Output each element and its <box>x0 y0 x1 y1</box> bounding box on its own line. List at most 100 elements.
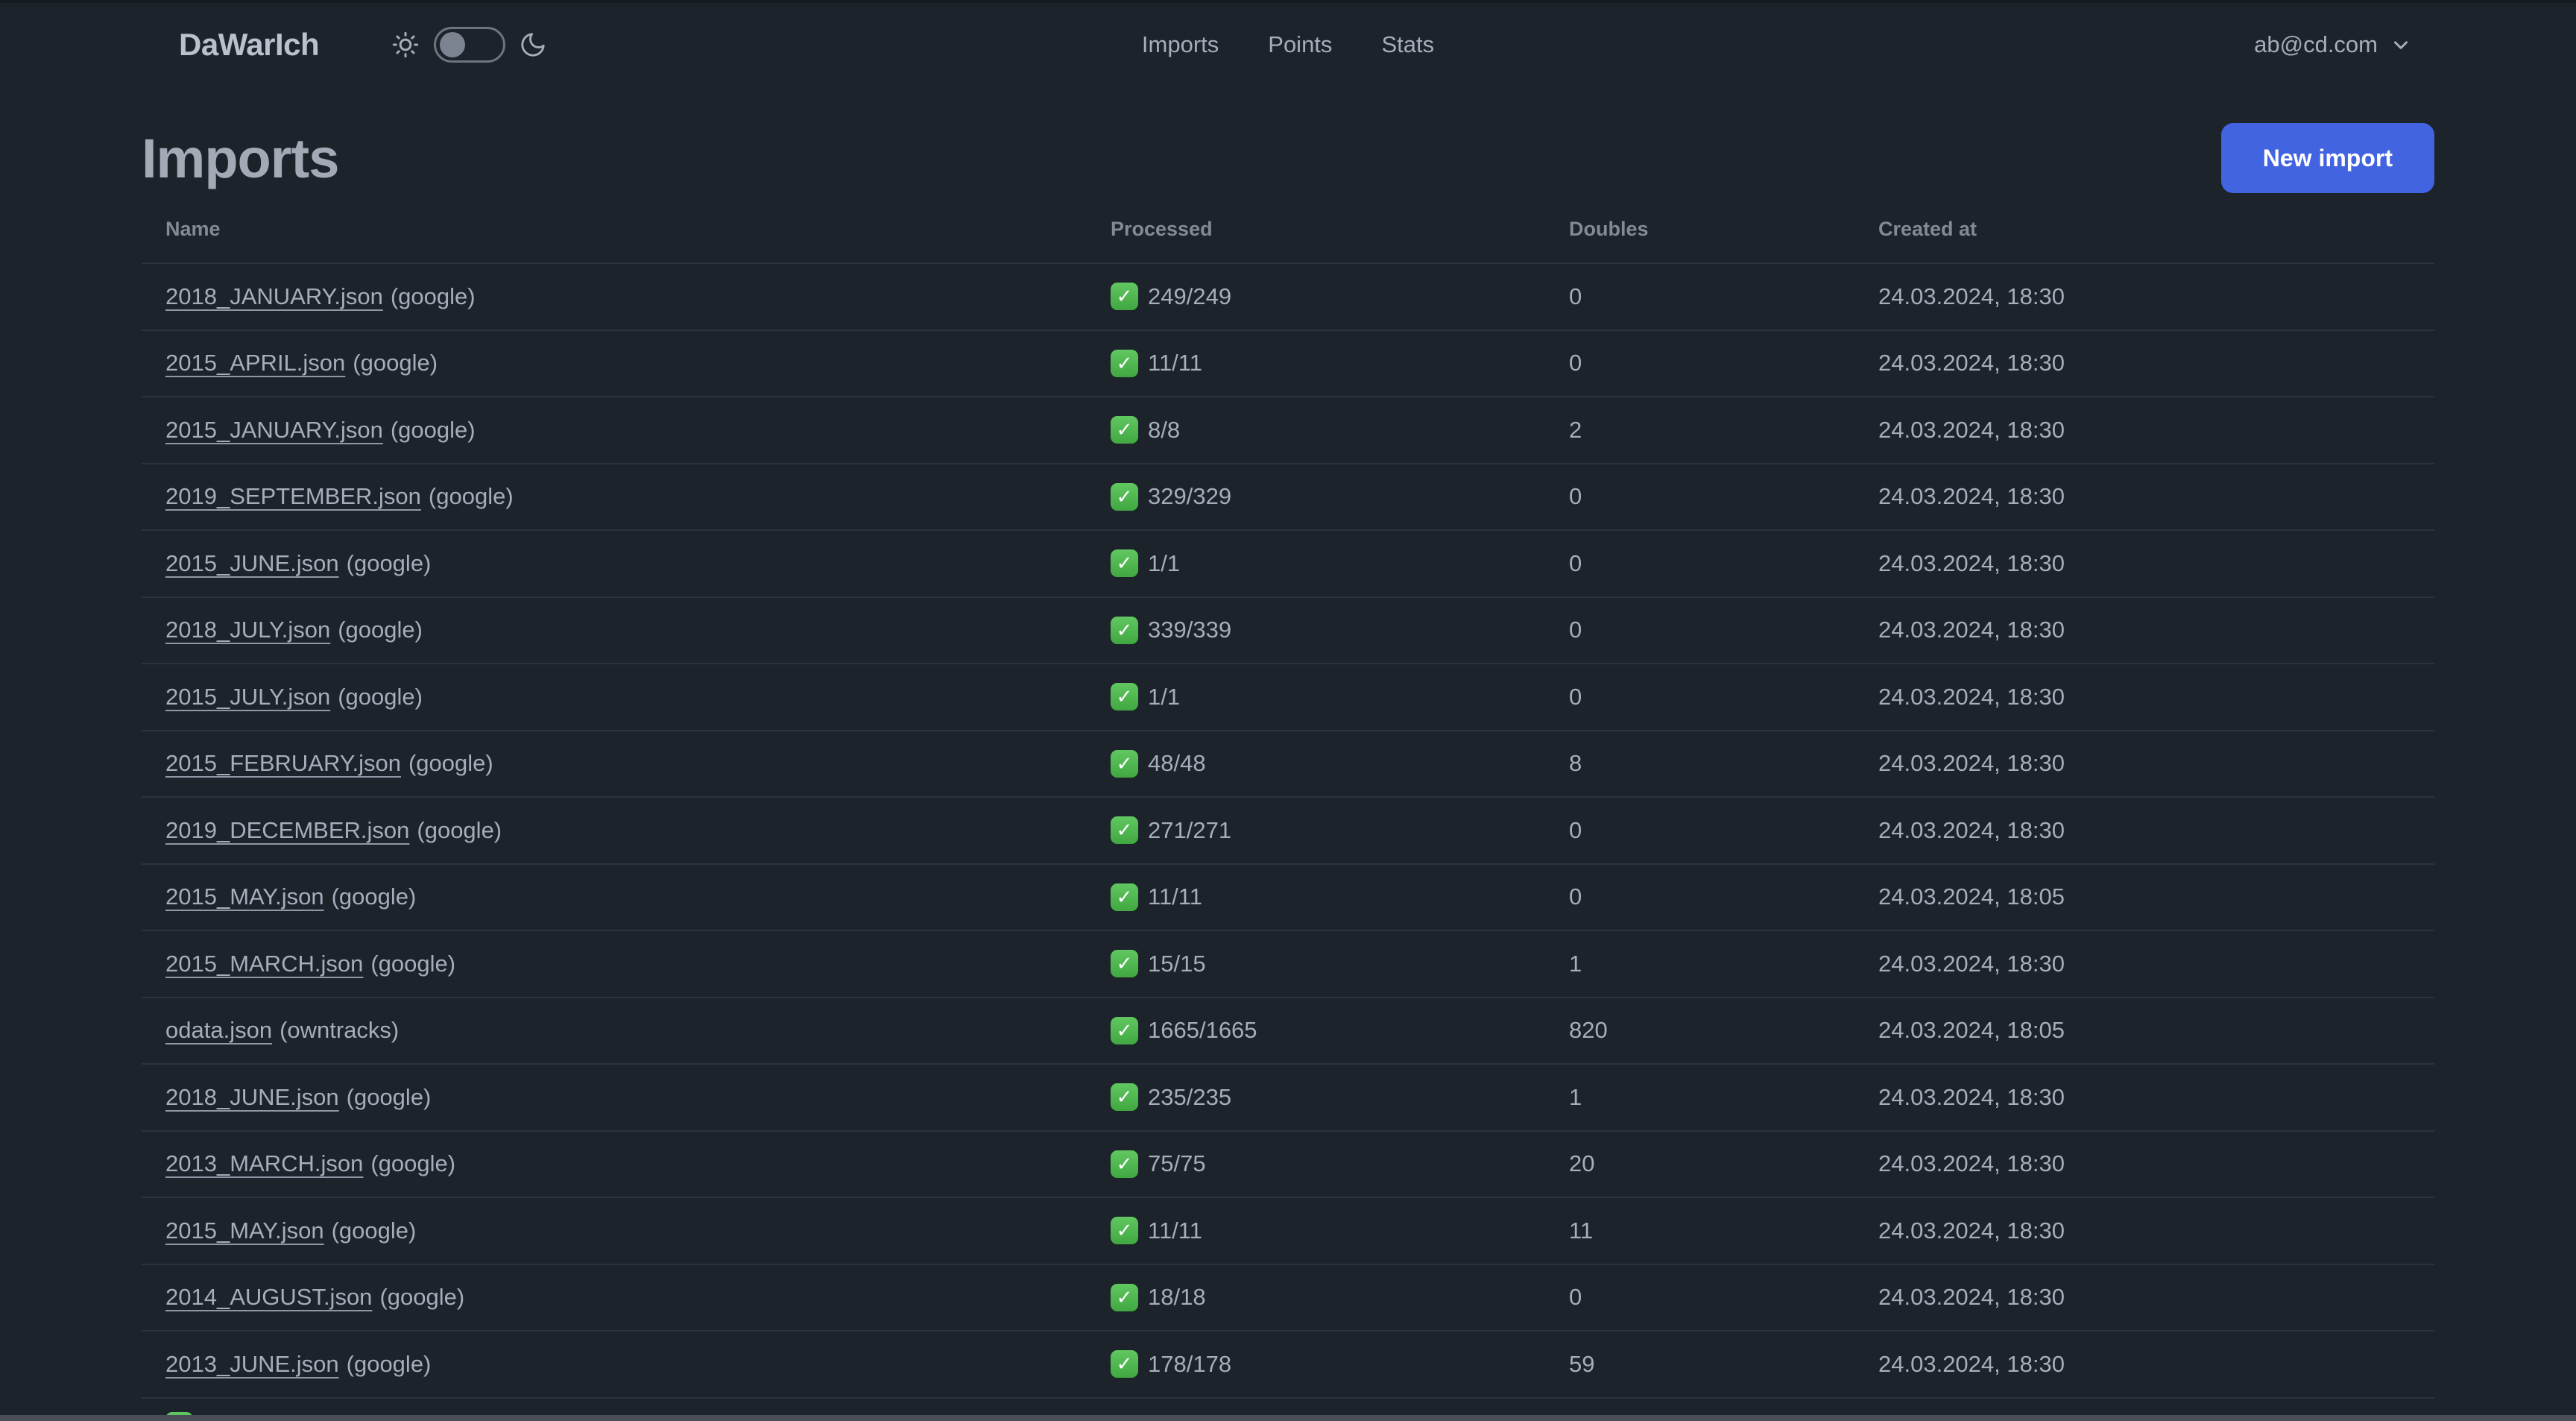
import-source: (google) <box>338 683 423 710</box>
import-name-cell: odata.json (owntracks) <box>165 1017 1111 1044</box>
import-file-link[interactable]: 2019_DECEMBER.json <box>165 817 409 843</box>
table-row: 2013_JUNE.json (google) ✓ 178/178 59 24.0… <box>142 1330 2434 1397</box>
processed-count: 11/11 <box>1148 1217 1202 1244</box>
sun-icon <box>391 30 420 60</box>
import-file-link[interactable]: 2015_JANUARY.json <box>165 417 383 443</box>
nav-link-stats[interactable]: Stats <box>1381 31 1434 58</box>
table-row: 2015_MAY.json (google) ✓ 11/11 11 24.03.2… <box>142 1197 2434 1264</box>
nav-link-imports[interactable]: Imports <box>1142 31 1219 58</box>
theme-toggle-knob <box>440 32 466 57</box>
import-name-cell: 2015_APRIL.json (google) <box>165 350 1111 376</box>
import-source: (google) <box>338 617 423 643</box>
import-source: (google) <box>408 750 493 777</box>
import-source: (google) <box>331 1217 417 1244</box>
import-file-link[interactable]: 2015_JUNE.json <box>165 550 339 576</box>
import-file-link[interactable]: 2013_JUNE.json <box>165 1351 339 1377</box>
import-name-cell: 2018_JANUARY.json (google) <box>165 283 1111 310</box>
doubles-count: 0 <box>1569 816 1582 843</box>
processed-cell: ✓ 1/1 <box>1111 683 1569 711</box>
table-row: 2015_MAY.json (google) ✓ 11/11 0 24.03.20… <box>142 863 2434 930</box>
import-source: (google) <box>346 1083 432 1110</box>
page-title: Imports <box>142 127 339 189</box>
table-row: 2015_JUNE.json (google) ✓ 1/1 0 24.03.202… <box>142 529 2434 596</box>
import-name-cell: 2019_DECEMBER.json (google) <box>165 817 1111 844</box>
import-source: (google) <box>390 416 476 443</box>
nav-link-points[interactable]: Points <box>1268 31 1332 58</box>
doubles-count: 0 <box>1569 1284 1582 1311</box>
check-mark-icon: ✓ <box>1111 950 1138 978</box>
import-name-cell: 2015_JANUARY.json (google) <box>165 417 1111 444</box>
import-file-link[interactable]: 2015_JULY.json <box>165 684 330 710</box>
import-name-cell: 2015_JUNE.json (google) <box>165 550 1111 577</box>
doubles-count: 0 <box>1569 617 1582 643</box>
import-file-link[interactable]: 2018_JULY.json <box>165 617 330 643</box>
table-body: 2018_JANUARY.json (google) ✓ 249/249 0 24… <box>142 262 2434 1397</box>
column-header-name: Name <box>165 217 221 240</box>
doubles-count: 1 <box>1569 1083 1582 1110</box>
import-name-cell: 2015_JULY.json (google) <box>165 684 1111 710</box>
processed-cell: ✓ 11/11 <box>1111 1217 1569 1245</box>
column-header-processed: Processed <box>1111 217 1213 240</box>
doubles-count: 0 <box>1569 883 1582 910</box>
table-row: 2015_FEBRUARY.json (google) ✓ 48/48 8 24.… <box>142 729 2434 797</box>
import-source: (google) <box>417 816 502 843</box>
doubles-count: 0 <box>1569 350 1582 376</box>
import-name-cell: 2015_MAY.json (google) <box>165 1217 1111 1244</box>
import-file-link[interactable]: 2019_SEPTEMBER.json <box>165 483 421 509</box>
check-mark-icon: ✓ <box>1111 1350 1138 1379</box>
import-source: (google) <box>346 1350 432 1377</box>
table-row: odata.json (owntracks) ✓ 1665/1665 820 24… <box>142 996 2434 1064</box>
processed-cell: ✓ 48/48 <box>1111 749 1569 778</box>
processed-cell: ✓ 18/18 <box>1111 1283 1569 1311</box>
horizontal-scrollbar[interactable] <box>0 1415 2576 1421</box>
check-mark-icon: ✓ <box>1111 1083 1138 1112</box>
import-file-link[interactable]: 2013_MARCH.json <box>165 1150 363 1176</box>
processed-cell: ✓ 271/271 <box>1111 816 1569 845</box>
import-file-link[interactable]: 2018_JANUARY.json <box>165 283 383 309</box>
processed-cell: ✓ 1/1 <box>1111 549 1569 578</box>
navbar: DaWarIch Imports Points Stats ab@cd.com <box>0 3 2576 86</box>
processed-cell: ✓ 249/249 <box>1111 283 1569 311</box>
processed-count: 1/1 <box>1148 549 1181 576</box>
page-head: Imports New import <box>142 122 2434 194</box>
import-name-cell: 2013_MARCH.json (google) <box>165 1150 1111 1177</box>
import-file-link[interactable]: 2015_MARCH.json <box>165 951 363 977</box>
processed-count: 11/11 <box>1148 883 1202 910</box>
import-source: (google) <box>346 549 432 576</box>
processed-cell: ✓ 339/339 <box>1111 616 1569 644</box>
table-row: 2019_DECEMBER.json (google) ✓ 271/271 0 2… <box>142 796 2434 863</box>
import-file-link[interactable]: odata.json <box>165 1017 272 1043</box>
created-at: 24.03.2024, 18:30 <box>1878 950 2065 977</box>
import-file-link[interactable]: 2015_MAY.json <box>165 883 324 910</box>
import-source: (google) <box>353 350 438 376</box>
processed-cell: ✓ 329/329 <box>1111 482 1569 511</box>
check-mark-icon: ✓ <box>1111 1217 1138 1245</box>
doubles-count: 11 <box>1569 1217 1594 1244</box>
import-file-link[interactable]: 2015_FEBRUARY.json <box>165 750 401 776</box>
account-menu[interactable]: ab@cd.com <box>2254 31 2412 58</box>
processed-cell: ✓ 178/178 <box>1111 1350 1569 1379</box>
import-source: (owntracks) <box>280 1017 400 1044</box>
check-mark-icon: ✓ <box>1111 549 1138 578</box>
processed-cell: ✓ 8/8 <box>1111 416 1569 444</box>
processed-cell: ✓ 11/11 <box>1111 883 1569 911</box>
brand-logo[interactable]: DaWarIch <box>179 27 320 63</box>
doubles-count: 0 <box>1569 283 1582 309</box>
theme-toggle[interactable] <box>434 27 506 63</box>
check-mark-icon: ✓ <box>1111 349 1138 377</box>
import-name-cell: 2018_JULY.json (google) <box>165 617 1111 643</box>
new-import-button[interactable]: New import <box>2220 123 2434 193</box>
created-at: 24.03.2024, 18:30 <box>1878 1083 2065 1110</box>
processed-cell: ✓ 15/15 <box>1111 950 1569 978</box>
processed-count: 329/329 <box>1148 483 1232 510</box>
import-source: (google) <box>428 483 514 510</box>
import-name-cell: 2015_FEBRUARY.json (google) <box>165 750 1111 777</box>
doubles-count: 20 <box>1569 1150 1595 1177</box>
created-at: 24.03.2024, 18:30 <box>1878 683 2065 710</box>
doubles-count: 2 <box>1569 416 1582 443</box>
import-file-link[interactable]: 2014_AUGUST.json <box>165 1284 372 1310</box>
import-file-link[interactable]: 2018_JUNE.json <box>165 1084 339 1110</box>
import-file-link[interactable]: 2015_APRIL.json <box>165 350 345 376</box>
import-file-link[interactable]: 2015_MAY.json <box>165 1217 324 1244</box>
processed-count: 1/1 <box>1148 683 1181 710</box>
